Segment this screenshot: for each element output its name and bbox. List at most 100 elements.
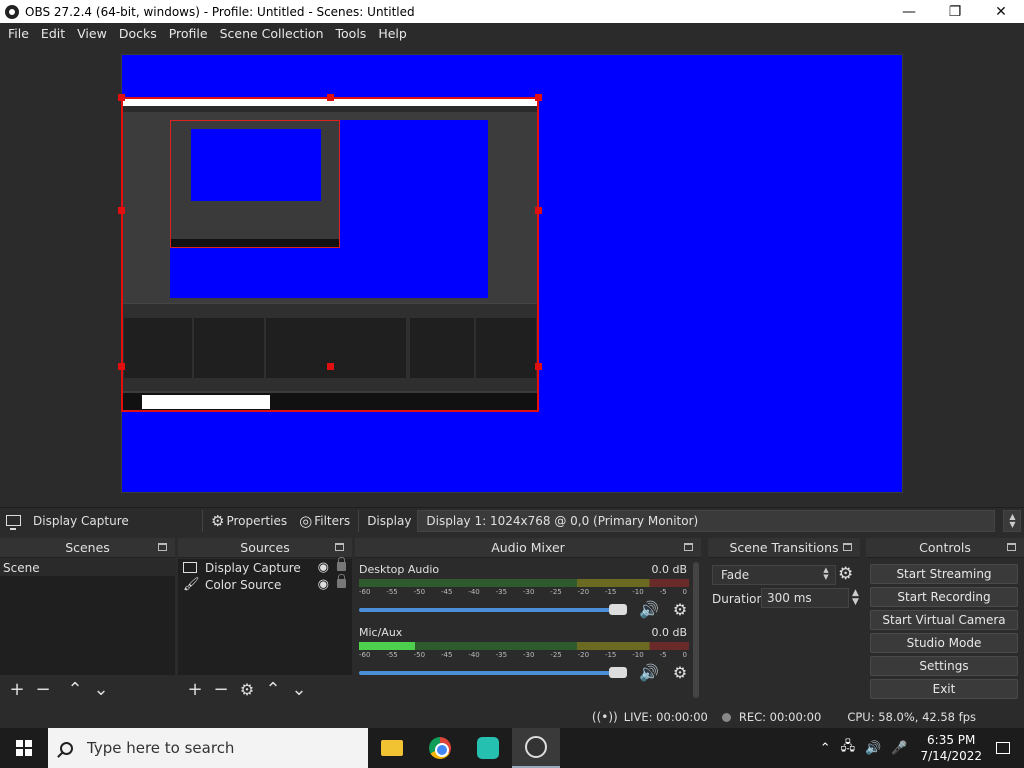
clock-date: 7/14/2022 [920,749,982,763]
sources-list[interactable]: Display Capture ◉ 🖌 Color Source ◉ [178,557,352,675]
visibility-eye-icon[interactable]: ◉ [318,577,329,592]
add-icon[interactable]: + [4,679,30,700]
move-up-icon[interactable]: ⌃ [260,679,286,700]
preview-area[interactable] [0,44,1024,505]
gear-icon[interactable]: ⚙ [234,680,260,699]
filters-button[interactable]: ◎ Filters [293,508,356,534]
gear-icon[interactable]: ⚙ [673,663,687,682]
start-button[interactable] [0,728,48,768]
resize-handle-right[interactable] [535,207,542,214]
channel-db: 0.0 dB [651,626,687,639]
menu-tools[interactable]: Tools [330,26,373,41]
undock-icon[interactable] [1007,543,1016,551]
volume-meter [359,579,689,587]
folder-icon [381,740,403,756]
source-item-label: Display Capture [205,560,301,575]
volume-slider-knob[interactable] [609,603,627,615]
volume-slider[interactable] [359,603,627,615]
volume-slider[interactable] [359,666,627,678]
undock-icon[interactable] [684,543,693,551]
resize-handle-bottom-left[interactable] [118,363,125,370]
speaker-icon[interactable]: 🔊 [865,741,881,756]
undock-icon[interactable] [335,543,344,551]
menu-file[interactable]: File [2,26,35,41]
visibility-eye-icon[interactable]: ◉ [318,560,329,575]
undock-icon[interactable] [158,543,167,551]
menu-profile[interactable]: Profile [163,26,214,41]
settings-button[interactable]: Settings [870,656,1018,676]
resize-handle-bottom-right[interactable] [535,363,542,370]
undock-icon[interactable] [843,543,852,551]
speaker-icon[interactable]: 🔊 [639,600,659,619]
menu-edit[interactable]: Edit [35,26,71,41]
speaker-icon[interactable]: 🔊 [639,663,659,682]
scenes-dock: Scenes Scene + − ⌃ ⌄ [0,538,175,703]
volume-meter [359,642,689,650]
chevron-up-icon[interactable]: ⌃ [820,741,831,756]
app-button[interactable] [464,728,512,768]
menu-scene-collection[interactable]: Scene Collection [214,26,330,41]
lock-icon[interactable] [337,574,346,588]
menu-docks[interactable]: Docks [113,26,163,41]
remove-icon[interactable]: − [208,679,234,700]
maximize-button[interactable]: ❐ [932,0,978,23]
duration-stepper-icon[interactable]: ▲ ▼ [852,589,859,607]
add-icon[interactable]: + [182,679,208,700]
resize-handle-top-left[interactable] [118,94,125,101]
move-down-icon[interactable]: ⌄ [88,679,114,700]
scene-item[interactable]: Scene [0,559,175,576]
close-button[interactable]: ✕ [978,0,1024,23]
start-recording-button[interactable]: Start Recording [870,587,1018,607]
scenes-list[interactable]: Scene [0,559,175,675]
sources-title: Sources [240,540,290,555]
resize-handle-top-right[interactable] [535,94,542,101]
microphone-icon[interactable]: 🎤 [891,741,907,756]
sources-header: Sources [178,538,352,558]
meter-ticks: -60 -55 -50 -45 -40 -35 -30 -25 -20 -15 -10 -5 0 [359,588,687,596]
lock-icon[interactable] [337,557,346,571]
transition-select[interactable]: Fade ▲ ▼ [712,565,836,585]
minimize-button[interactable]: — [886,0,932,23]
taskbar-clock[interactable]: 6:35 PM 7/14/2022 [920,732,982,764]
resize-handle-bottom[interactable] [327,363,334,370]
chrome-button[interactable] [416,728,464,768]
volume-slider-knob[interactable] [609,666,627,678]
menu-bar: File Edit View Docks Profile Scene Colle… [0,23,1024,44]
captured-search-box [142,395,270,409]
menu-view[interactable]: View [71,26,113,41]
start-virtual-camera-button[interactable]: Start Virtual Camera [870,610,1018,630]
studio-mode-button[interactable]: Studio Mode [870,633,1018,653]
clock-time: 6:35 PM [927,733,976,747]
resize-handle-top[interactable] [327,94,334,101]
broadcast-icon: ((•)) [591,710,618,724]
move-down-icon[interactable]: ⌄ [286,679,312,700]
gear-icon[interactable]: ⚙ [673,600,687,619]
captured-controls-panel [476,318,536,378]
exit-button[interactable]: Exit [870,679,1018,699]
taskbar-search-box[interactable]: Type here to search [48,728,368,768]
source-item[interactable]: 🖌 Color Source ◉ [178,574,352,593]
captured-nested-capture [170,120,340,248]
properties-label: Properties [226,513,288,528]
source-item[interactable]: Display Capture ◉ [178,557,352,576]
obs-logo-icon [5,4,19,19]
start-streaming-button[interactable]: Start Streaming [870,564,1018,584]
remove-icon[interactable]: − [30,679,56,700]
network-icon[interactable]: 🖧 [841,737,856,759]
channel-name: Desktop Audio [359,563,440,576]
gear-icon[interactable]: ⚙ [838,564,853,584]
properties-button[interactable]: ⚙ Properties [205,508,293,534]
menu-help[interactable]: Help [372,26,413,41]
mixer-scrollbar[interactable] [693,562,699,698]
captured-sources-panel [194,318,264,378]
meter-ticks: -60 -55 -50 -45 -40 -35 -30 -25 -20 -15 -10 -5 0 [359,651,687,659]
sources-toolbar: + − ⚙ ⌃ ⌄ [178,675,352,703]
obs-taskbar-button[interactable] [512,728,560,768]
duration-input[interactable]: 300 ms [761,588,849,608]
display-select[interactable]: Display 1: 1024x768 @ 0,0 (Primary Monit… [417,509,996,532]
resize-handle-left[interactable] [118,207,125,214]
file-explorer-button[interactable] [368,728,416,768]
notifications-icon[interactable] [996,742,1010,754]
move-up-icon[interactable]: ⌃ [62,679,88,700]
display-select-arrows-icon[interactable]: ▲ ▼ [1003,509,1022,532]
